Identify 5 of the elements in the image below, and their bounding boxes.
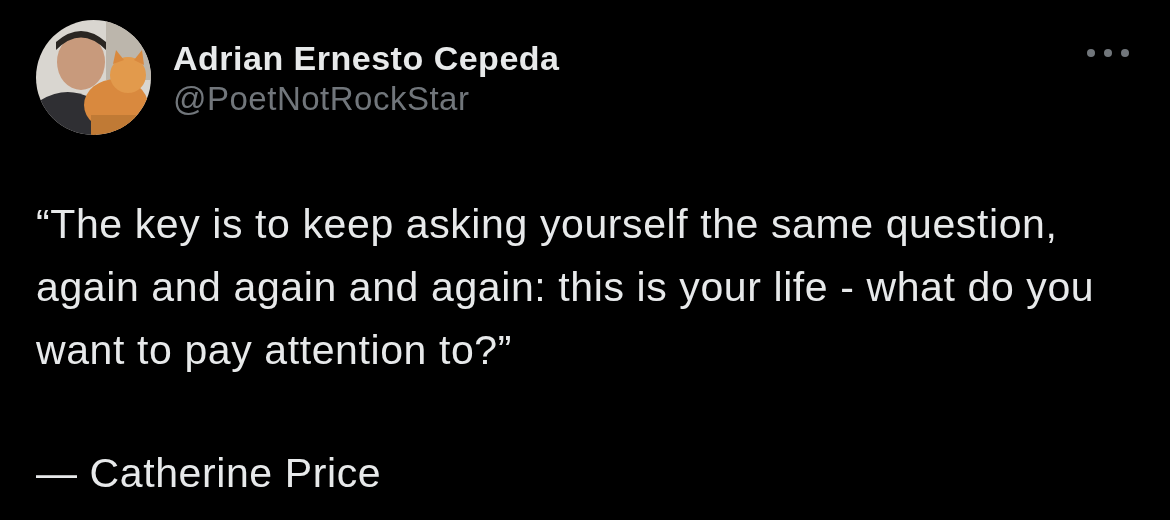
author-handle[interactable]: @PoetNotRockStar — [173, 80, 560, 117]
quote-attribution: — Catherine Price — [36, 449, 383, 498]
more-icon[interactable] — [1086, 48, 1130, 58]
quote-text: “The key is to keep asking yourself the same question, again and again and again: this is your life - what do you want to pay attention to?” — [36, 200, 1096, 375]
author-name[interactable]: Adrian Ernesto Cepeda — [173, 38, 560, 77]
